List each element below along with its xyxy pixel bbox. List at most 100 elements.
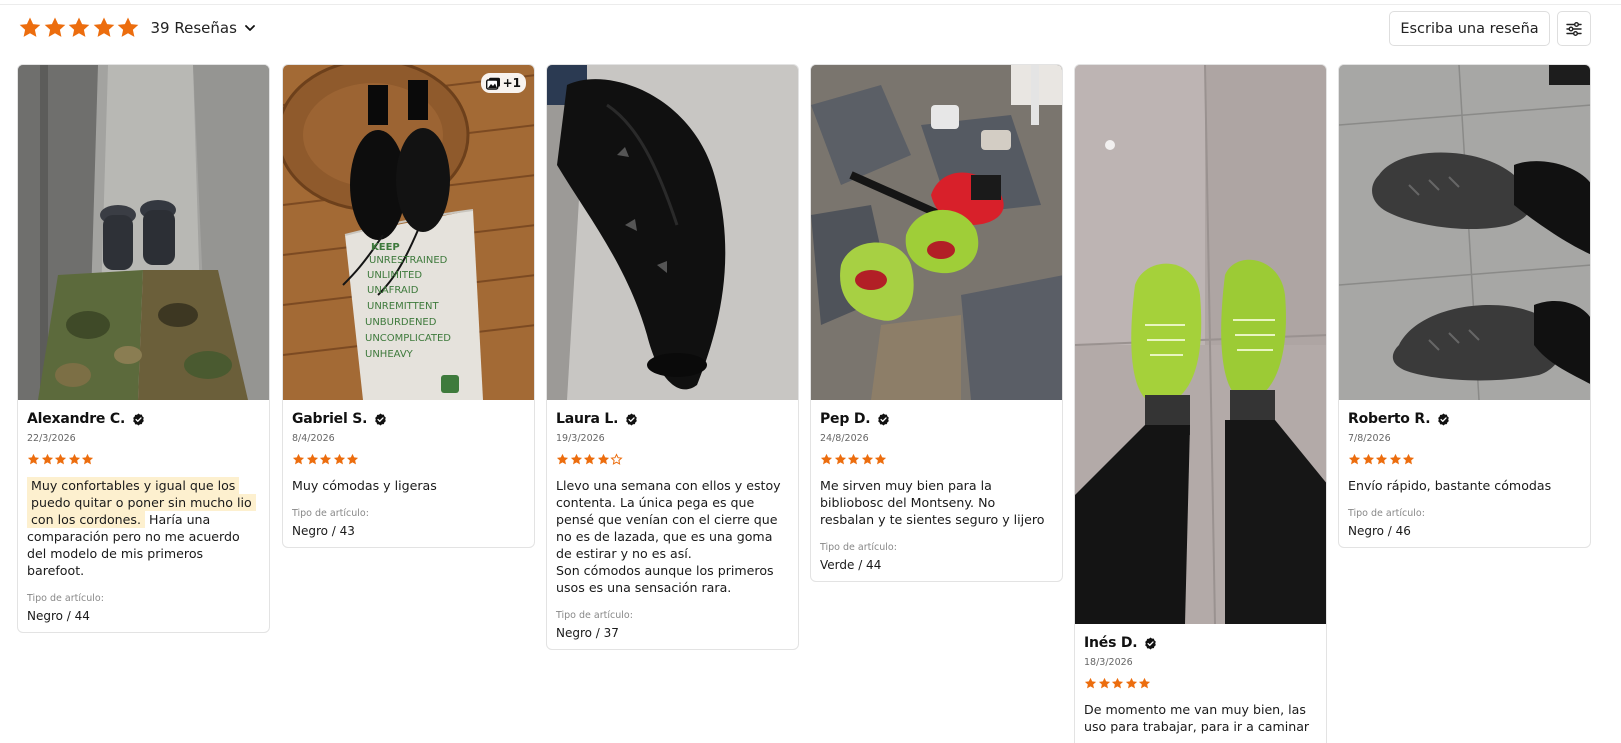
review-stars bbox=[556, 453, 789, 467]
verified-check-icon bbox=[133, 412, 144, 426]
star-icon bbox=[1138, 677, 1151, 689]
star-icon bbox=[1362, 453, 1374, 465]
star-icon bbox=[333, 453, 345, 465]
variant-value: Negro / 37 bbox=[556, 626, 619, 640]
star-icon bbox=[820, 453, 833, 465]
review-date: 19/3/2026 bbox=[556, 433, 605, 444]
star-icon bbox=[1098, 677, 1110, 689]
review-text: Llevo una semana con ellos y estoy conte… bbox=[556, 478, 781, 595]
review-photo[interactable] bbox=[18, 65, 269, 400]
variant-label: Tipo de artículo: bbox=[1348, 508, 1425, 519]
variant-label: Tipo de artículo: bbox=[556, 610, 633, 621]
star-icon bbox=[54, 453, 67, 465]
variant-value: Verde / 44 bbox=[820, 558, 882, 572]
star-icon bbox=[1084, 677, 1097, 689]
star-icon bbox=[847, 453, 860, 465]
star-icon bbox=[44, 17, 65, 37]
star-icon bbox=[19, 17, 41, 37]
review-date: 18/3/2026 bbox=[1084, 657, 1133, 668]
review-card[interactable]: Inés D. 18/3/2026 De momento me van muy … bbox=[1074, 64, 1327, 743]
star-icon bbox=[583, 453, 596, 465]
star-icon bbox=[1348, 453, 1361, 465]
verified-check-icon bbox=[878, 412, 890, 426]
review-card[interactable]: Pep D. 24/8/2026 Me sirven muy bien para… bbox=[810, 64, 1063, 582]
review-text: Muy confortables y igual que los puedo q… bbox=[27, 477, 260, 579]
star-icon bbox=[1111, 677, 1124, 689]
star-icon bbox=[306, 453, 318, 465]
review-photo[interactable] bbox=[1339, 65, 1590, 400]
media-count-badge[interactable]: +1 bbox=[480, 73, 526, 93]
bag-text-line: UNRESTRAINED bbox=[369, 255, 448, 266]
review-text: De momento me van muy bien, las uso para… bbox=[1084, 702, 1310, 743]
bag-text-line: KEEP bbox=[371, 242, 400, 253]
review-stars bbox=[1348, 453, 1581, 467]
star-icon bbox=[292, 453, 305, 465]
reviewer-name: Gabriel S. bbox=[292, 411, 368, 427]
star-icon bbox=[1125, 677, 1137, 689]
star-icon bbox=[68, 453, 80, 465]
review-stars bbox=[820, 453, 1053, 467]
top-divider bbox=[0, 4, 1621, 5]
review-stars bbox=[1084, 677, 1317, 691]
review-card[interactable]: KEEP UNRESTRAINED UNLIMITED UNAFRAID UNR… bbox=[282, 64, 535, 548]
verified-check-icon bbox=[1145, 636, 1157, 650]
review-text: Muy cómodas y ligeras bbox=[292, 478, 437, 493]
rating-summary[interactable]: 39 Reseñas bbox=[18, 15, 257, 41]
reviewer-name: Roberto R. bbox=[1348, 411, 1431, 427]
summary-stars bbox=[18, 16, 141, 40]
star-icon bbox=[117, 17, 139, 37]
verified-check-icon bbox=[1438, 412, 1450, 426]
review-date: 8/4/2026 bbox=[292, 433, 335, 444]
variant-label: Tipo de artículo: bbox=[820, 542, 897, 553]
star-icon bbox=[874, 453, 887, 465]
star-icon bbox=[570, 453, 582, 465]
star-icon bbox=[556, 453, 569, 465]
review-card[interactable]: Roberto R. 7/8/2026 Envío rápido, bastan… bbox=[1338, 64, 1591, 548]
review-count[interactable]: 39 Reseñas bbox=[151, 19, 237, 37]
star-icon bbox=[319, 453, 332, 465]
media-count: +1 bbox=[502, 76, 521, 90]
star-icon bbox=[861, 453, 873, 465]
variant-value: Negro / 44 bbox=[27, 609, 90, 623]
filter-sliders-icon bbox=[1566, 21, 1582, 36]
reviewer-name: Laura L. bbox=[556, 411, 619, 427]
star-icon bbox=[1375, 453, 1388, 465]
star-icon bbox=[834, 453, 846, 465]
bag-text-line: UNHEAVY bbox=[365, 349, 414, 360]
review-card[interactable]: Laura L. 19/3/2026 Llevo una semana con … bbox=[546, 64, 799, 650]
reviewer-name: Pep D. bbox=[820, 411, 871, 427]
verified-check-icon bbox=[375, 412, 387, 426]
star-icon bbox=[93, 17, 114, 37]
chevron-down-icon[interactable] bbox=[243, 21, 257, 35]
bag-text-line: UNREMITTENT bbox=[367, 301, 439, 312]
review-date: 22/3/2026 bbox=[27, 433, 76, 444]
verified-check-icon bbox=[626, 412, 637, 426]
variant-value: Negro / 46 bbox=[1348, 524, 1411, 538]
review-stars bbox=[27, 453, 260, 467]
review-text: Me sirven muy bien para la bibliobosc de… bbox=[820, 478, 1045, 527]
bag-text-line: UNAFRAID bbox=[367, 285, 419, 296]
star-icon bbox=[41, 453, 53, 465]
filter-button[interactable] bbox=[1557, 11, 1591, 46]
star-icon bbox=[597, 453, 609, 465]
bag-text-line: UNBURDENED bbox=[365, 317, 437, 328]
star-icon bbox=[68, 17, 90, 37]
star-icon bbox=[1402, 453, 1415, 465]
star-icon bbox=[27, 453, 40, 465]
bag-text-line: UNCOMPLICATED bbox=[365, 333, 451, 344]
review-text-highlight: Muy confortables y igual que los puedo q… bbox=[27, 477, 256, 528]
gallery-icon bbox=[485, 77, 500, 90]
review-date: 7/8/2026 bbox=[1348, 433, 1391, 444]
review-text: Envío rápido, bastante cómodas bbox=[1348, 478, 1552, 493]
reviewer-name: Alexandre C. bbox=[27, 411, 126, 427]
review-photo[interactable] bbox=[1075, 65, 1326, 624]
write-review-button[interactable]: Escriba una reseña bbox=[1389, 11, 1550, 46]
star-icon bbox=[1389, 453, 1401, 465]
variant-label: Tipo de artículo: bbox=[27, 593, 104, 604]
review-photo[interactable]: KEEP UNRESTRAINED UNLIMITED UNAFRAID UNR… bbox=[283, 65, 534, 400]
star-icon bbox=[346, 453, 359, 465]
review-card[interactable]: Alexandre C. 22/3/2026 Muy confortables … bbox=[17, 64, 270, 633]
review-date: 24/8/2026 bbox=[820, 433, 869, 444]
review-photo[interactable] bbox=[811, 65, 1062, 400]
review-photo[interactable] bbox=[547, 65, 798, 400]
